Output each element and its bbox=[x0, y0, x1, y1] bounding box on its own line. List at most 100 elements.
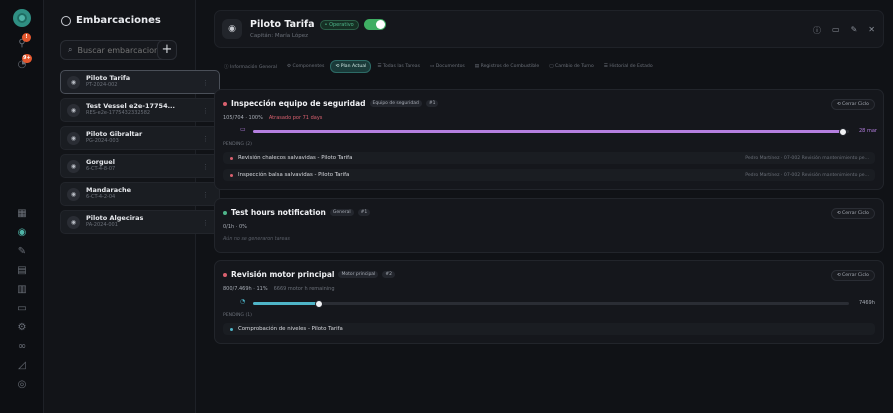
list-title-text: Embarcaciones bbox=[76, 15, 161, 26]
progress-fill bbox=[253, 130, 844, 133]
plan-title-text: Test hours notification bbox=[231, 208, 326, 217]
vessel-list-pane: Embarcaciones ⌕ + ◉ Piloto TarifaPT-2024… bbox=[44, 0, 220, 413]
progress-fill bbox=[253, 302, 319, 305]
plan-card: Test hours notification General #1 ⟲ Cer… bbox=[214, 198, 884, 253]
alert-badge: 9+ bbox=[22, 54, 32, 63]
status-dot bbox=[230, 327, 233, 331]
operational-toggle[interactable] bbox=[363, 19, 386, 30]
calendar-icon: ▭ bbox=[240, 126, 246, 133]
ship-icon: ◉ bbox=[67, 103, 80, 117]
status-dot bbox=[223, 272, 227, 277]
plan-title: Test hours notification General #1 bbox=[223, 208, 371, 217]
threshold-label: 7469h bbox=[859, 300, 875, 306]
ship-icon: ◉ bbox=[67, 159, 80, 173]
close-cycle-button[interactable]: ⟲ Cerrar Ciclo bbox=[830, 99, 875, 110]
tab-bar: ⓘ Información General ⚙ Componentes ⟲ Pl… bbox=[220, 60, 659, 73]
task-name: Inspección balsa salvavidas - Piloto Tar… bbox=[238, 172, 350, 178]
chart-icon[interactable]: ◿ bbox=[14, 358, 30, 374]
tab-general-info[interactable]: ⓘ Información General bbox=[220, 61, 281, 73]
category-chip: General bbox=[329, 209, 354, 216]
pending-label: PENDING (1) bbox=[223, 313, 252, 318]
tab-documents[interactable]: ▭ Documentos bbox=[426, 61, 469, 72]
late-text: Atrasado por 71 days bbox=[268, 115, 323, 121]
folder-icon[interactable]: ▭ bbox=[14, 301, 30, 317]
task-row[interactable]: Inspección balsa salvavidas - Piloto Tar… bbox=[223, 169, 875, 181]
ship-icon: ◉ bbox=[222, 19, 242, 39]
progress-knob[interactable] bbox=[314, 299, 323, 308]
category-chip: Motor principal bbox=[338, 271, 379, 278]
tab-all-tasks[interactable]: ☰ Todas las Tareas bbox=[373, 61, 424, 72]
cycle-chip: #2 bbox=[382, 271, 395, 278]
captain-label: Capitán: María López bbox=[250, 33, 308, 39]
plan-card: Revisión motor principal Motor principal… bbox=[214, 260, 884, 344]
tab-current-plan[interactable]: ⟲ Plan Actual bbox=[330, 60, 372, 73]
users-icon[interactable]: ∞ bbox=[14, 339, 30, 355]
vessel-header: ◉ Piloto Tarifa • Operativo Capitán: Mar… bbox=[214, 10, 884, 48]
alert-icon[interactable]: ◔ 9+ bbox=[14, 54, 32, 73]
cycle-chip: #1 bbox=[425, 100, 439, 107]
plan-card: Inspección equipo de seguridad Equipo de… bbox=[214, 89, 884, 190]
plan-progress: 105/704 · 100% Atrasado por 71 days bbox=[223, 115, 322, 121]
ship-icon: ◉ bbox=[67, 131, 80, 145]
status-dot bbox=[230, 173, 233, 177]
task-meta: Pedro Martínez · 07-002 Revisión manteni… bbox=[745, 155, 869, 161]
progress-text: 105/704 · 100% bbox=[223, 115, 263, 121]
plan-title: Revisión motor principal Motor principal… bbox=[223, 270, 395, 279]
chat-icon[interactable]: ▭ bbox=[832, 25, 840, 36]
search-icon: ⌕ bbox=[68, 45, 73, 54]
gauge-icon: ◔ bbox=[240, 298, 246, 305]
task-name: Comprobación de niveles - Piloto Tarifa bbox=[238, 326, 343, 332]
progress-knob[interactable] bbox=[839, 127, 848, 136]
list-title: Embarcaciones bbox=[61, 15, 161, 26]
task-row[interactable]: Comprobación de niveles - Piloto Tarifa bbox=[223, 323, 875, 335]
plan-progress: 800/7.469h · 11% 6669 motor h remaining bbox=[223, 286, 335, 292]
vessel-code: PA-2024-001 bbox=[86, 221, 118, 228]
vessel-code: 6-CT-4-8-07 bbox=[86, 165, 116, 172]
ship-icon: ◉ bbox=[67, 75, 80, 89]
vessel-title-text: Piloto Tarifa bbox=[250, 19, 315, 30]
add-vessel-button[interactable]: + bbox=[157, 40, 177, 60]
bell-icon[interactable]: ⚲! bbox=[14, 33, 31, 52]
document-icon[interactable]: ▥ bbox=[14, 282, 30, 298]
plan-title-text: Revisión motor principal bbox=[231, 270, 335, 279]
grid-icon[interactable]: ▦ bbox=[14, 206, 30, 222]
task-meta: Pedro Martínez · 07-002 Revisión manteni… bbox=[745, 172, 869, 178]
vessel-code: PT-2024-002 bbox=[86, 81, 118, 88]
progress-text: 0/1h · 0% bbox=[223, 224, 247, 230]
tab-fuel-logs[interactable]: ▤ Registros de Combustible bbox=[471, 61, 543, 72]
ship-icon bbox=[61, 15, 71, 26]
cycle-chip: #1 bbox=[357, 209, 371, 216]
tab-state-history[interactable]: ☰ Historial de Estado bbox=[600, 61, 657, 72]
plan-title-text: Inspección equipo de seguridad bbox=[231, 99, 366, 108]
task-name: Revisión chalecos salvavidas - Piloto Ta… bbox=[238, 155, 353, 161]
close-cycle-button[interactable]: ⟲ Cerrar Ciclo bbox=[830, 208, 875, 219]
vessel-title: Piloto Tarifa • Operativo bbox=[250, 19, 386, 30]
info-icon[interactable]: ⓘ bbox=[813, 25, 821, 36]
vessel-code: 6-CT-4-2-04 bbox=[86, 193, 116, 200]
empty-tasks-note: Aún no se generaron tareas bbox=[223, 237, 290, 242]
settings-icon[interactable]: ⚙ bbox=[14, 320, 30, 336]
close-icon[interactable]: ✕ bbox=[868, 25, 875, 36]
main-panel: ◉ Piloto Tarifa • Operativo Capitán: Mar… bbox=[196, 0, 893, 413]
tab-shift-change[interactable]: ▢ Cambio de Turno bbox=[545, 61, 598, 72]
search-input[interactable] bbox=[77, 45, 163, 55]
vessel-icon[interactable]: ◉ bbox=[14, 225, 30, 241]
status-badge: • Operativo bbox=[319, 19, 359, 30]
plan-progress: 0/1h · 0% bbox=[223, 224, 247, 230]
remaining-text: 6669 motor h remaining bbox=[273, 286, 335, 292]
wrench-icon[interactable]: ✎ bbox=[14, 244, 30, 260]
notification-badge: ! bbox=[22, 33, 31, 42]
progress-bar bbox=[253, 127, 849, 136]
ship-icon: ◉ bbox=[67, 215, 80, 229]
edit-icon[interactable]: ✎ bbox=[851, 25, 858, 36]
close-cycle-button[interactable]: ⟲ Cerrar Ciclo bbox=[830, 270, 875, 281]
task-row[interactable]: Revisión chalecos salvavidas - Piloto Ta… bbox=[223, 152, 875, 164]
app-logo[interactable] bbox=[13, 9, 31, 27]
clipboard-icon[interactable]: ▤ bbox=[14, 263, 30, 279]
nav-rail: ⚲! ◔ 9+ ▦ ◉ ✎ ▤ ▥ ▭ ⚙ ∞ ◿ ◎ bbox=[0, 0, 44, 413]
gear-icon[interactable]: ◎ bbox=[14, 377, 30, 393]
header-actions: ⓘ ▭ ✎ ✕ bbox=[813, 25, 875, 36]
tab-components[interactable]: ⚙ Componentes bbox=[283, 61, 328, 72]
due-date: 28 mar bbox=[859, 128, 877, 134]
progress-text: 800/7.469h · 11% bbox=[223, 286, 268, 292]
